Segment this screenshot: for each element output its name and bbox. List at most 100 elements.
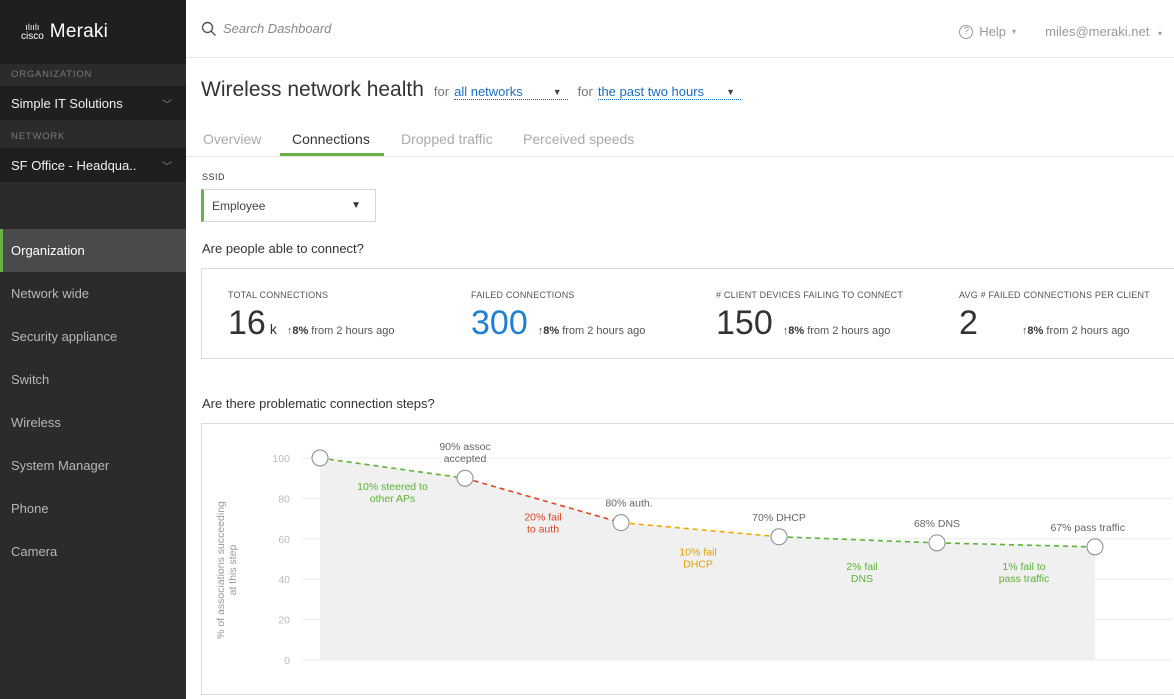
- sidebar-item-switch[interactable]: Switch: [0, 358, 186, 401]
- stat-client-devices-failing: # CLIENT DEVICES FAILING TO CONNECT 150 …: [716, 290, 903, 341]
- stat-avg-failed-per-client: AVG # FAILED CONNECTIONS PER CLIENT 2 ↑8…: [959, 290, 1150, 341]
- step-label: 67% pass traffic: [1050, 522, 1125, 534]
- step-marker: [311, 449, 329, 467]
- segment-label: 20% fail: [524, 511, 561, 523]
- sidebar-nav: Organization Network wide Security appli…: [0, 229, 186, 573]
- stat-delta-pct: 8%: [292, 325, 309, 337]
- caret-down-icon: ▾: [1157, 29, 1162, 38]
- ssid-dropdown[interactable]: Employee ▼: [201, 189, 376, 222]
- segment-label: to auth: [527, 523, 559, 535]
- stat-label: AVG # FAILED CONNECTIONS PER CLIENT: [959, 290, 1150, 300]
- tab-overview[interactable]: Overview: [203, 131, 261, 147]
- segment-label: 1% fail to: [1002, 561, 1045, 573]
- step-marker: [1086, 538, 1104, 556]
- sidebar: ılıılı cisco Meraki ORGANIZATION Simple …: [0, 0, 186, 699]
- stat-delta: ↑8% from 2 hours ago: [286, 325, 395, 337]
- sidebar-item-network-wide[interactable]: Network wide: [0, 272, 186, 315]
- caret-down-icon: ▾: [1011, 27, 1016, 36]
- user-email: miles@meraki.net: [1045, 24, 1150, 39]
- active-tab-indicator: [280, 153, 384, 156]
- stat-delta: ↑8% from 2 hours ago: [537, 325, 646, 337]
- search-icon: [201, 21, 216, 36]
- org-selector[interactable]: Simple IT Solutions ﹀: [0, 86, 186, 120]
- stat-failed-connections: FAILED CONNECTIONS 300 ↑8% from 2 hours …: [471, 290, 645, 341]
- tab-connections[interactable]: Connections: [292, 131, 370, 147]
- step-label: 68% DNS: [914, 518, 960, 530]
- stat-label: FAILED CONNECTIONS: [471, 290, 575, 300]
- y-tick-label: 20: [278, 615, 290, 627]
- tab-perceived-speeds[interactable]: Perceived speeds: [523, 131, 634, 147]
- org-label: ORGANIZATION: [11, 69, 93, 80]
- for-text: for: [433, 84, 450, 99]
- stat-value: 2: [959, 304, 978, 342]
- segment-label: 2% fail: [846, 561, 878, 573]
- step-marker: [770, 528, 788, 546]
- segment-label: 10% fail: [679, 547, 716, 559]
- user-menu[interactable]: miles@meraki.net ▾: [1045, 24, 1162, 39]
- section-heading-connect: Are people able to connect?: [202, 241, 364, 256]
- segment-label: 10% steered to: [357, 481, 428, 493]
- chart-svg: 0 20 40 60 80 100 10% steered toother APs 20% f…: [272, 441, 1172, 667]
- stat-delta: ↑8% from 2 hours ago: [1021, 325, 1130, 337]
- sidebar-item-system-manager[interactable]: System Manager: [0, 444, 186, 487]
- step-label: 90% assoc: [439, 441, 490, 453]
- brand-logo[interactable]: ılıılı cisco Meraki: [0, 0, 186, 64]
- y-tick-label: 0: [284, 655, 290, 667]
- sidebar-item-phone[interactable]: Phone: [0, 487, 186, 530]
- network-label: NETWORK: [11, 131, 66, 142]
- help-label: Help: [979, 24, 1006, 39]
- caret-down-icon: ▼: [552, 86, 562, 97]
- segment-label: DNS: [851, 573, 873, 585]
- stat-value: 16: [228, 304, 266, 342]
- page-title: Wireless network health: [201, 78, 424, 101]
- stat-delta: ↑8% from 2 hours ago: [782, 325, 891, 337]
- stat-delta-text: from 2 hours ago: [807, 325, 891, 337]
- stat-delta-text: from 2 hours ago: [311, 325, 395, 337]
- chevron-down-icon: ﹀: [162, 161, 172, 173]
- stat-label: TOTAL CONNECTIONS: [228, 290, 329, 300]
- sidebar-item-security-appliance[interactable]: Security appliance: [0, 315, 186, 358]
- stat-value: 150: [716, 304, 773, 342]
- stat-label: # CLIENT DEVICES FAILING TO CONNECT: [716, 290, 904, 300]
- tab-dropped-traffic[interactable]: Dropped traffic: [401, 131, 493, 147]
- help-menu[interactable]: ? Help ▾: [959, 24, 1016, 39]
- network-filter-dropdown[interactable]: all networks ▼: [454, 84, 568, 100]
- stat-delta-pct: 8%: [543, 325, 560, 337]
- section-heading-steps: Are there problematic connection steps?: [202, 396, 435, 411]
- y-tick-label: 100: [272, 453, 290, 465]
- search-input[interactable]: Search Dashboard: [223, 21, 331, 36]
- stat-delta-text: from 2 hours ago: [562, 325, 646, 337]
- help-icon: ?: [959, 24, 974, 39]
- org-selector-value: Simple IT Solutions: [11, 95, 123, 111]
- y-tick-label: 40: [278, 574, 290, 586]
- ssid-value: Employee: [212, 198, 266, 213]
- stat-delta-text: from 2 hours ago: [1046, 325, 1130, 337]
- stat-value[interactable]: 300: [471, 305, 528, 341]
- caret-down-icon: ▼: [351, 200, 361, 211]
- network-selector[interactable]: SF Office - Headqua.. ﹀: [0, 148, 186, 182]
- segment-label: other APs: [370, 493, 416, 505]
- stat-total-connections: TOTAL CONNECTIONS 16 k ↑8% from 2 hours …: [228, 290, 394, 341]
- segment-label: pass traffic: [999, 573, 1050, 585]
- stat-delta-pct: 8%: [788, 325, 805, 337]
- step-label: 80% auth.: [605, 498, 652, 510]
- sidebar-item-wireless[interactable]: Wireless: [0, 401, 186, 444]
- sidebar-item-camera[interactable]: Camera: [0, 530, 186, 573]
- timerange-dropdown[interactable]: the past two hours ▼: [597, 84, 741, 100]
- sidebar-item-organization[interactable]: Organization: [0, 229, 186, 272]
- step-marker: [928, 534, 946, 552]
- y-tick-label: 80: [278, 493, 290, 505]
- timerange-value: the past two hours: [597, 84, 705, 99]
- stat-delta-pct: 8%: [1027, 325, 1044, 337]
- step-marker: [612, 514, 630, 532]
- ssid-label: SSID: [202, 172, 226, 182]
- meraki-wordmark: Meraki: [49, 21, 109, 42]
- chevron-down-icon: ﹀: [162, 99, 172, 111]
- step-label: accepted: [444, 453, 487, 465]
- step-label: 70% DHCP: [752, 512, 806, 524]
- page-header: Wireless network health for all networks…: [201, 78, 741, 102]
- connection-steps-chart: 0 20 40 60 80 100 10% steered to other APs 20% f…: [201, 423, 1174, 695]
- network-filter-value: all networks: [454, 84, 523, 99]
- stat-unit: k: [269, 321, 277, 337]
- stats-card: TOTAL CONNECTIONS 16 k ↑8% from 2 hours …: [201, 268, 1174, 359]
